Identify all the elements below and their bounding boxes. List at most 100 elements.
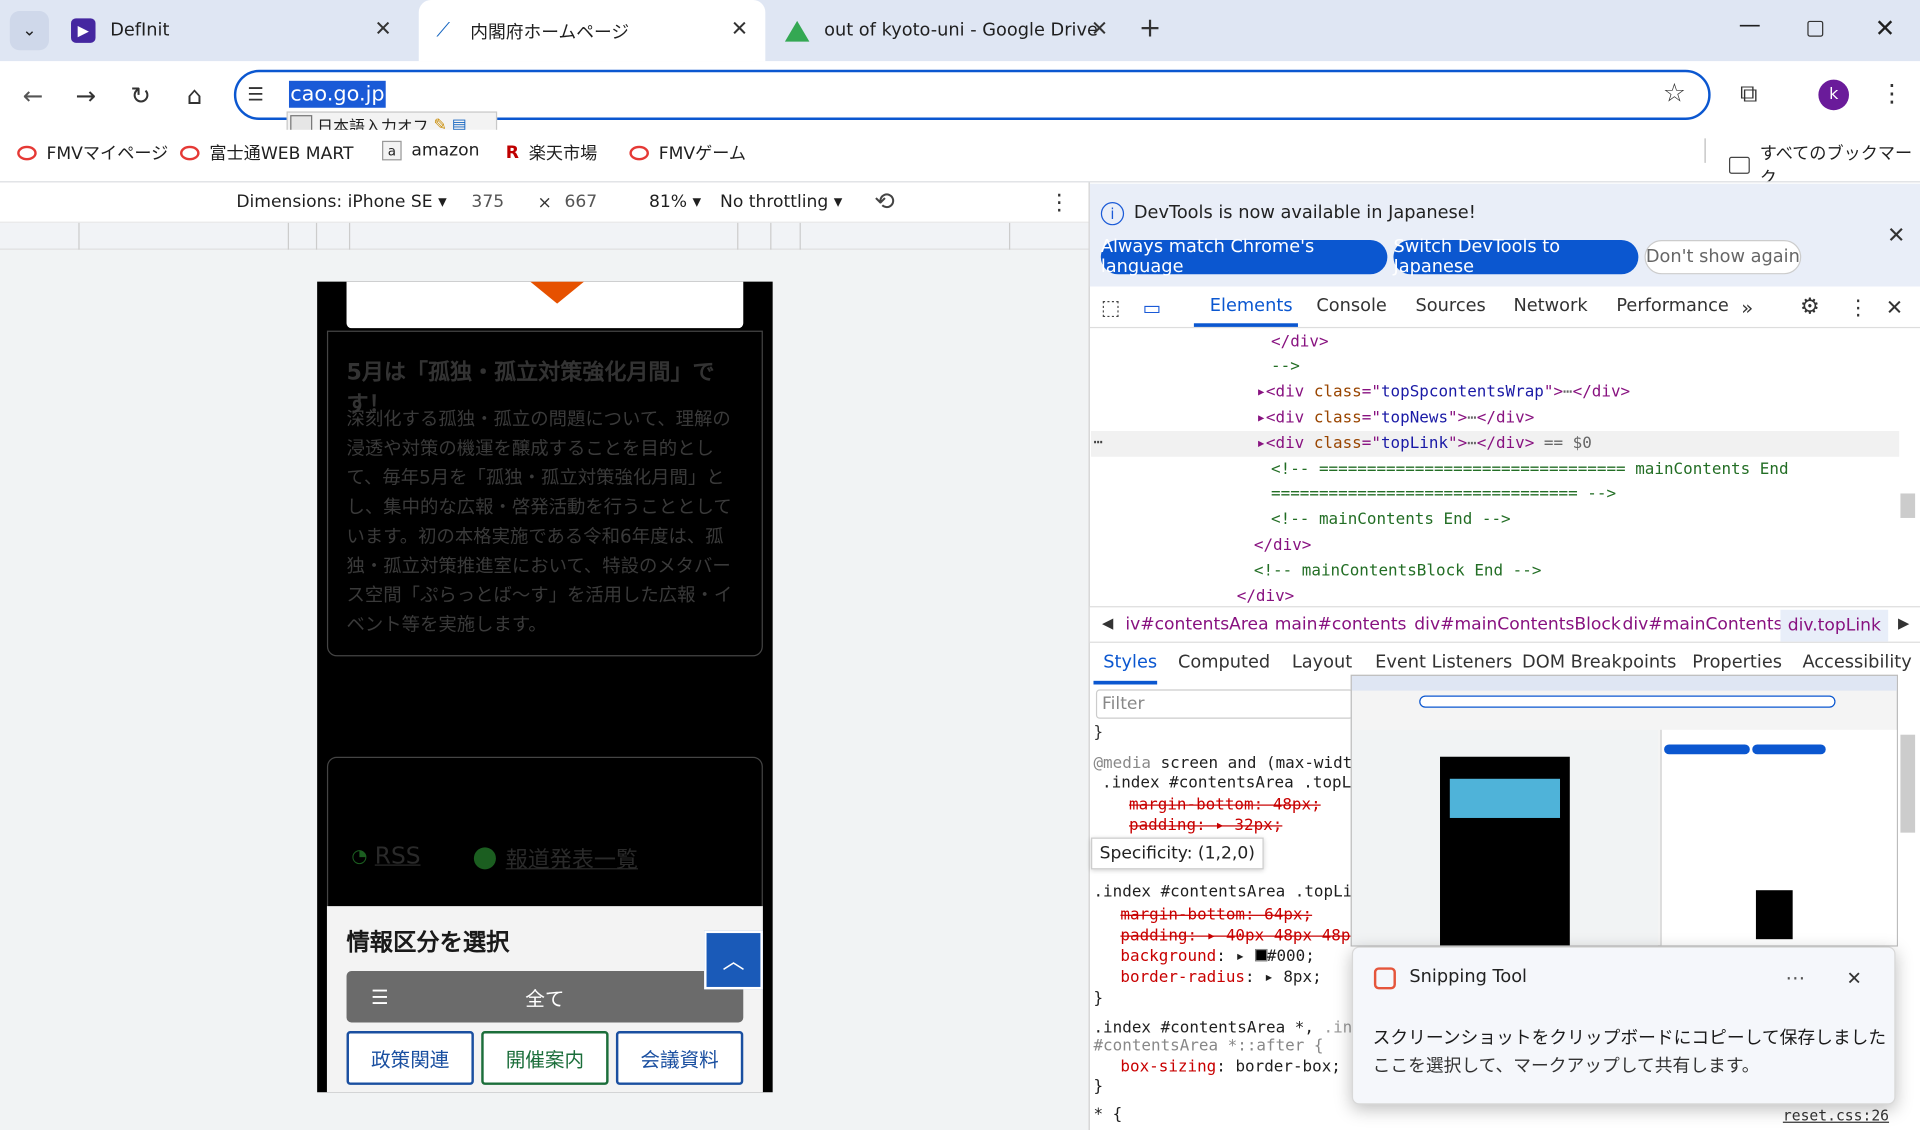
rss-link[interactable]: ◔ RSS [351,842,420,869]
forward-icon[interactable]: → [69,78,103,112]
css-media-line: @media screen and (max-width [1093,754,1362,773]
dom-comment[interactable]: <!-- mainContentsBlock End --> [1254,562,1542,580]
list-icon: ☰ [371,985,389,1009]
subtab-accessibility[interactable]: Accessibility [1802,653,1911,673]
bookmark-item[interactable]: 富士通WEB MART [180,141,353,165]
bookmark-item[interactable]: FMVゲーム [629,141,746,165]
url-text[interactable]: cao.go.jp [288,80,386,108]
bookmark-item[interactable]: a amazon [382,140,480,161]
close-window-button[interactable]: ✕ [1875,13,1896,42]
dom-comment[interactable]: <!-- mainContents End --> [1271,511,1511,529]
settings-icon[interactable]: ⚙ [1800,294,1820,320]
site-info-icon[interactable]: ☰ [247,83,263,105]
amazon-icon: a [382,140,402,161]
tab-elements[interactable]: Elements [1210,296,1293,316]
dom-comment[interactable]: ================================ --> [1271,485,1616,503]
css-rule-line: } [1093,1077,1104,1096]
bookmark-item[interactable]: FMVマイページ [17,141,168,165]
meeting-button[interactable]: 会議資料 [615,1031,744,1085]
all-button[interactable]: ☰ 全て [346,971,744,1023]
back-icon[interactable]: ← [16,78,50,112]
inspect-icon[interactable]: ⬚ [1101,296,1121,320]
notification-close-icon[interactable]: ✕ [1847,967,1862,989]
specificity-text: Specificity: (1,2,0) [1099,843,1255,864]
breadcrumb-right-icon[interactable]: ▶ [1898,615,1909,632]
breadcrumb-item-active[interactable]: div.topLink [1780,609,1889,642]
close-icon[interactable]: ✕ [731,17,748,41]
avatar[interactable]: k [1818,79,1849,111]
subtab-layout[interactable]: Layout [1292,653,1352,673]
bookmark-divider [1704,138,1706,163]
subtab-properties[interactable]: Properties [1692,653,1782,673]
dimensions-select[interactable]: Dimensions: iPhone SE ▾ [236,192,446,212]
match-language-button[interactable]: Always match Chrome's language [1100,238,1388,277]
devtools-menu-icon[interactable]: ⋮ [1848,296,1869,320]
source-link[interactable]: reset.css:26 [1783,1107,1889,1124]
dom-node-toplink[interactable]: ▸<div class="topLink">⋯</div> == $0 [1256,435,1591,453]
more-tabs-icon[interactable]: » [1741,296,1753,319]
dom-line[interactable]: </div> [1237,588,1295,606]
tab-search-button[interactable]: ⌄ [9,11,49,51]
infobar-close-icon[interactable]: ✕ [1887,223,1905,249]
back-to-top-button[interactable]: ︿ [704,930,763,990]
tab-cao[interactable]: ⟋ 内閣府ホームページ ✕ [418,0,766,62]
home-icon[interactable]: ⌂ [178,78,212,112]
dom-line[interactable]: </div> [1271,333,1329,351]
notification-more-icon[interactable]: ⋯ [1785,966,1805,989]
subtab-event-listeners[interactable]: Event Listeners [1375,653,1512,673]
bookmark-label: 楽天市場 [528,144,598,165]
rss-label: RSS [374,842,421,870]
tab-performance[interactable]: Performance [1616,296,1729,316]
row-more-icon[interactable]: ⋯ [1093,433,1103,451]
rss-icon: ◔ [351,844,368,867]
minimize-button[interactable]: — [1739,12,1761,38]
new-tab-button[interactable]: + [1139,13,1162,44]
tab-network[interactable]: Network [1513,296,1587,316]
tab-sources[interactable]: Sources [1416,296,1486,316]
tab-drive[interactable]: out of kyoto-uni - Google Drive ✕ [775,0,1123,61]
event-button[interactable]: 開催案内 [481,1031,609,1085]
dont-show-button[interactable]: Don't show again [1644,240,1802,275]
times-sign: × [537,193,552,214]
close-icon[interactable]: ✕ [374,17,391,41]
subtab-dom-breakpoints[interactable]: DOM Breakpoints [1522,653,1676,673]
width-input[interactable]: 375 [471,192,504,212]
all-label: 全て [525,986,565,1011]
breadcrumb-item[interactable]: div#mainContents [1622,615,1782,635]
tab-definit[interactable]: ▶ DefInit ✕ [61,0,409,61]
breadcrumb-left-icon[interactable]: ◀ [1102,615,1113,632]
press-list-link[interactable]: 報道発表一覧 [473,842,638,874]
zoom-select[interactable]: 81% ▾ [649,192,701,212]
dom-comment[interactable]: <!-- ================================ ma… [1271,460,1789,478]
menu-icon[interactable]: ⋮ [1880,78,1904,107]
tab-console[interactable]: Console [1316,296,1386,316]
bookmark-item[interactable]: R 楽天市場 [506,141,598,165]
bookmark-star-icon[interactable]: ☆ [1663,78,1686,107]
extensions-icon[interactable]: ⧉ [1740,78,1757,107]
dom-line[interactable]: </div> [1254,536,1312,554]
dom-node-topnews[interactable]: ▸<div class="topNews">⋯</div> [1256,409,1534,427]
dom-line[interactable]: --> [1271,358,1300,376]
filter-input[interactable]: Filter [1095,689,1354,719]
breadcrumb-item[interactable]: iv#contentsArea [1125,615,1268,635]
dom-scrollbar[interactable] [1900,493,1916,518]
policy-button[interactable]: 政策関連 [346,1031,474,1085]
device-toggle-icon[interactable]: ▭ [1142,296,1161,319]
height-input[interactable]: 667 [564,192,597,212]
switch-japanese-label: Switch DevTools to Japanese [1393,237,1561,277]
subtab-styles[interactable]: Styles [1103,653,1157,673]
breadcrumb-item[interactable]: div#mainContentsBlock [1414,615,1620,635]
css-declaration: padding: ▸ 32px; [1128,816,1283,836]
close-icon[interactable]: ✕ [1091,17,1108,41]
rotate-icon[interactable]: ⟲ [874,186,895,215]
reload-icon[interactable]: ↻ [124,78,158,112]
throttling-select[interactable]: No throttling ▾ [720,192,842,212]
switch-japanese-button[interactable]: Switch DevTools to Japanese [1393,237,1639,277]
restore-button[interactable] [1807,20,1824,37]
dom-node-topspcontents[interactable]: ▸<div class="topSpcontentsWrap">⋯</div> [1256,383,1630,401]
subtab-computed[interactable]: Computed [1178,653,1270,673]
more-options-icon[interactable]: ⋮ [1048,190,1070,216]
styles-scrollbar[interactable] [1900,734,1916,833]
devtools-close-icon[interactable]: ✕ [1886,296,1903,320]
breadcrumb-item[interactable]: main#contents [1275,615,1407,635]
